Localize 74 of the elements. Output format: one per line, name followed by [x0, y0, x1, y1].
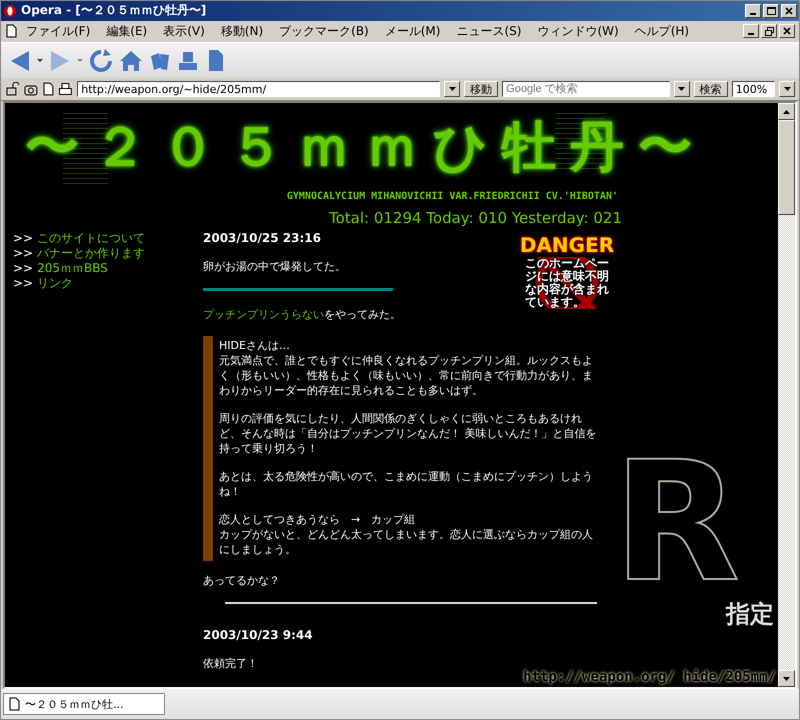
quote-text: 元気満点で、誰とでもすぐに仲良くなれるプッチンプリン組。ルックスもよく（形もいい）、性格もよく（味もいい）、常に前向きで行動力があり、まわりからリーダー的存在に見られることも多いはず。	[219, 353, 594, 398]
visitor-counter: Total: 01294 Today: 010 Yesterday: 021	[328, 209, 622, 227]
nav-marker: >>	[13, 276, 34, 291]
restore-button[interactable]	[761, 24, 777, 38]
close-icon[interactable]	[785, 6, 793, 15]
go-button[interactable]: 移動	[464, 81, 498, 98]
search-dropdown[interactable]	[674, 81, 690, 98]
fortune-link[interactable]: プッチンプリンうらない	[203, 308, 324, 321]
menu-item[interactable]: 編集(E)	[98, 20, 156, 42]
caret-icon[interactable]	[784, 87, 791, 92]
window-title: Opera - [〜２０５ｍｍひ牡丹〜]	[21, 2, 206, 20]
search-field[interactable]: Google で検索	[502, 81, 670, 98]
maximize-button[interactable]	[763, 4, 779, 18]
rating-letter: R	[612, 456, 740, 588]
site-url-text: http://weapon.org/ hide/205mm/	[523, 669, 776, 685]
caret-up-icon[interactable]	[783, 110, 790, 114]
page-icon[interactable]	[8, 697, 21, 711]
reload-icon[interactable]	[89, 48, 113, 73]
close-icon[interactable]	[783, 27, 791, 36]
nav-marker: >>	[13, 261, 34, 276]
opera-logo-icon[interactable]	[3, 4, 17, 18]
maximize-icon[interactable]	[766, 6, 776, 15]
lock-icon[interactable]	[5, 82, 20, 96]
site-subtitle: GYMNOCALYCIUM MIHANOVICHII VAR.FRIEDRICHII CV.'HIBOTAN'	[286, 191, 618, 202]
scroll-up-button[interactable]	[778, 103, 795, 120]
caret-icon[interactable]	[783, 676, 790, 680]
restore-icon[interactable]	[764, 26, 774, 36]
home-icon[interactable]	[119, 48, 143, 73]
search-button[interactable]: 検索	[694, 81, 728, 98]
menu-item[interactable]: ブックマーク(B)	[271, 20, 377, 42]
zoom-field[interactable]: 100%	[732, 81, 776, 98]
menu-item[interactable]: ファイル(F)	[18, 20, 98, 42]
nav-link[interactable]: このサイトについて	[37, 231, 146, 246]
back-arrow-icon[interactable]	[9, 48, 31, 73]
zoom-dropdown[interactable]	[779, 81, 795, 98]
caret-icon[interactable]	[678, 87, 686, 92]
post-date: 2003/10/23 9:44	[203, 628, 313, 642]
menu-item[interactable]: ヘルプ(H)	[626, 20, 698, 42]
quote-text: カップがないと、どんどん太ってしまいます。恋人に選ぶならカップ組の人にしましょう。	[219, 527, 594, 557]
nav-marker: >>	[13, 246, 34, 261]
nav-marker: >>	[13, 231, 34, 246]
minimize-button[interactable]	[743, 24, 759, 38]
post-date: 2003/10/25 23:16	[203, 231, 321, 245]
quote-text: あとは、太る危険性が高いので、こまめに運動（こまめにプッチン）しようね！	[219, 469, 594, 499]
scroll-down-button[interactable]	[778, 670, 795, 687]
address-dropdown[interactable]	[444, 81, 460, 98]
nav-link[interactable]: リンク	[37, 276, 74, 291]
quote-text: 恋人としてつきあうなら → カップ組	[219, 512, 416, 527]
caret-icon[interactable]	[448, 87, 456, 92]
printer-icon[interactable]	[58, 82, 74, 96]
menu-item[interactable]: 表示(V)	[155, 20, 213, 42]
danger-heading: DANGER	[520, 233, 614, 257]
menu-item[interactable]: メール(M)	[376, 20, 448, 42]
close-button[interactable]	[781, 4, 797, 18]
scrollbar-thumb[interactable]	[778, 120, 795, 215]
address-field[interactable]: http://weapon.org/~hide/205mm/	[77, 81, 440, 98]
menu-item[interactable]: ウィンドウ(W)	[529, 20, 627, 42]
quote-text: 周りの評価を気にしたり、人間関係のぎくしゃくに弱いところもあるけれど、そんな時は「自分はプッチンプリンなんだ！ 美味しいんだ！」と自信を持って乗り切ろう！	[219, 411, 598, 456]
quote-text: HIDEさんは…	[219, 338, 291, 353]
menu-item[interactable]: ニュース(S)	[448, 20, 530, 42]
page-icon[interactable]	[5, 24, 18, 38]
post-text: 依頼完了！	[203, 656, 258, 671]
dropdown-arrow-icon[interactable]	[37, 59, 43, 62]
minimize-button[interactable]	[745, 4, 761, 18]
nav-link[interactable]: 205ｍｍBBS	[37, 261, 108, 276]
page-tab[interactable]: 〜２０５ｍｍひ牡...	[3, 693, 165, 715]
page-icon[interactable]	[42, 82, 54, 96]
close-button[interactable]	[779, 24, 795, 38]
post-text: プッチンプリンうらないをやってみた。	[203, 307, 401, 322]
post-text: 卵がお湯の中で爆発してた。	[203, 259, 346, 274]
nav-link[interactable]: バナーとか作ります	[37, 246, 146, 261]
post-text: あってるかな？	[203, 573, 280, 588]
menu-item[interactable]: 移動(N)	[212, 20, 272, 42]
rating-label: 指定	[726, 599, 774, 630]
